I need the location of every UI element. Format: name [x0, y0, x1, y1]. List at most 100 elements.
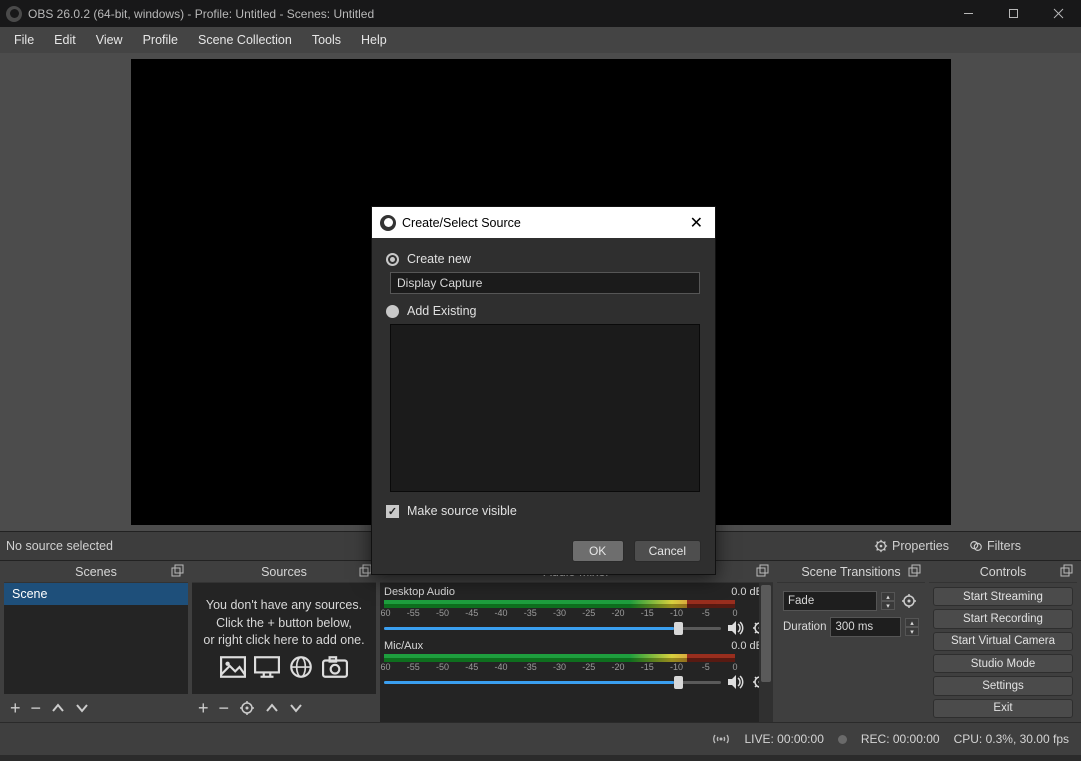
remove-source-button[interactable]: − [219, 699, 230, 717]
speaker-icon[interactable] [727, 674, 745, 690]
exit-button[interactable]: Exit [933, 699, 1073, 718]
transitions-header: Scene Transitions [777, 561, 925, 583]
minimize-button[interactable] [946, 0, 991, 27]
meter-ticks: -60-55-50-45-40-35-30-25-20-15-10-50 [384, 663, 735, 673]
mixer-body: Desktop Audio0.0 dB -60-55-50-45-40-35-3… [380, 583, 773, 722]
sources-body[interactable]: You don't have any sources. Click the + … [192, 583, 376, 694]
duration-spin[interactable]: ▴▾ [905, 618, 919, 636]
remove-scene-button[interactable]: − [31, 699, 42, 717]
mixer-scrollbar[interactable] [759, 583, 773, 722]
scenes-tools: + − [4, 694, 188, 722]
rec-status: REC: 00:00:00 [861, 732, 940, 746]
add-existing-label: Add Existing [407, 304, 476, 318]
make-visible-checkbox[interactable]: ✓ Make source visible [386, 504, 701, 518]
scenes-panel: Scenes Scene + − [4, 561, 188, 722]
filters-button[interactable]: Filters [963, 536, 1027, 556]
sources-empty-line3: or right click here to add one. [202, 632, 366, 650]
cpu-status: CPU: 0.3%, 30.00 fps [954, 732, 1069, 746]
sources-title: Sources [261, 565, 307, 579]
sources-header: Sources [192, 561, 376, 583]
scene-up-button[interactable] [51, 702, 65, 714]
audio-channel: Desktop Audio0.0 dB -60-55-50-45-40-35-3… [384, 585, 773, 637]
properties-button[interactable]: Properties [868, 536, 955, 556]
create-source-dialog: Create/Select Source ✕ Create new Displa… [371, 206, 716, 575]
maximize-button[interactable] [991, 0, 1036, 27]
audio-meter [384, 654, 735, 662]
create-new-label: Create new [407, 252, 471, 266]
controls-panel: Controls Start Streaming Start Recording S… [929, 561, 1077, 722]
volume-slider[interactable] [384, 673, 769, 691]
sources-empty-icons [202, 656, 366, 678]
no-source-label: No source selected [6, 539, 113, 553]
audio-mixer-panel: Audio Mixer Desktop Audio0.0 dB -60-55-5… [380, 561, 773, 722]
sources-panel: Sources You don't have any sources. Clic… [192, 561, 376, 722]
panels-row: Scenes Scene + − Sources You don't have … [0, 561, 1081, 722]
sources-empty-line1: You don't have any sources. [202, 597, 366, 615]
add-source-button[interactable]: + [198, 699, 209, 717]
controls-header: Controls [929, 561, 1077, 583]
scenes-title: Scenes [75, 565, 117, 579]
cancel-button[interactable]: Cancel [634, 540, 701, 562]
settings-button[interactable]: Settings [933, 676, 1073, 695]
source-up-button[interactable] [265, 702, 279, 714]
popout-icon[interactable] [907, 564, 921, 578]
popout-icon[interactable] [1059, 564, 1073, 578]
volume-slider[interactable] [384, 619, 769, 637]
sources-tools: + − [192, 694, 376, 722]
display-icon [254, 656, 280, 678]
dialog-close-button[interactable]: ✕ [686, 213, 707, 233]
image-icon [220, 656, 246, 678]
menu-view[interactable]: View [86, 29, 133, 51]
duration-input[interactable]: 300 ms [830, 617, 901, 637]
start-virtual-camera-button[interactable]: Start Virtual Camera [933, 632, 1073, 651]
meter-ticks: -60-55-50-45-40-35-30-25-20-15-10-50 [384, 609, 735, 619]
scene-item[interactable]: Scene [4, 583, 188, 605]
menu-tools[interactable]: Tools [302, 29, 351, 51]
audio-channel: Mic/Aux0.0 dB -60-55-50-45-40-35-30-25-2… [384, 639, 773, 691]
popout-icon[interactable] [358, 564, 372, 578]
popout-icon[interactable] [755, 564, 769, 578]
signal-icon [712, 732, 730, 746]
make-visible-label: Make source visible [407, 504, 517, 518]
add-existing-radio[interactable]: Add Existing [386, 304, 701, 318]
globe-icon [288, 656, 314, 678]
studio-mode-button[interactable]: Studio Mode [933, 654, 1073, 673]
transition-select[interactable]: Fade [783, 591, 877, 611]
live-status: LIVE: 00:00:00 [744, 732, 823, 746]
start-streaming-button[interactable]: Start Streaming [933, 587, 1073, 606]
sources-empty-line2: Click the + button below, [202, 615, 366, 633]
create-new-radio[interactable]: Create new [386, 252, 701, 266]
rec-dot-icon [838, 735, 847, 744]
source-name-input[interactable]: Display Capture [390, 272, 700, 294]
ok-button[interactable]: OK [572, 540, 624, 562]
titlebar: OBS 26.0.2 (64-bit, windows) - Profile: … [0, 0, 1081, 27]
menu-profile[interactable]: Profile [133, 29, 188, 51]
menu-edit[interactable]: Edit [44, 29, 86, 51]
channel-name: Mic/Aux [384, 640, 423, 652]
transitions-title: Scene Transitions [801, 565, 900, 579]
controls-title: Controls [980, 565, 1027, 579]
source-properties-button[interactable] [239, 700, 255, 716]
popout-icon[interactable] [170, 564, 184, 578]
menu-scene-collection[interactable]: Scene Collection [188, 29, 302, 51]
camera-icon [322, 656, 348, 678]
menu-file[interactable]: File [4, 29, 44, 51]
speaker-icon[interactable] [727, 620, 745, 636]
close-button[interactable] [1036, 0, 1081, 27]
start-recording-button[interactable]: Start Recording [933, 609, 1073, 628]
scene-down-button[interactable] [75, 702, 89, 714]
menu-help[interactable]: Help [351, 29, 397, 51]
transition-spin[interactable]: ▴▾ [881, 592, 895, 610]
source-down-button[interactable] [289, 702, 303, 714]
status-bar: LIVE: 00:00:00 REC: 00:00:00 CPU: 0.3%, … [0, 722, 1081, 755]
obs-logo-icon [6, 6, 22, 22]
transition-settings-button[interactable] [899, 591, 919, 611]
audio-meter [384, 600, 735, 608]
duration-label: Duration [783, 621, 826, 633]
scene-transitions-panel: Scene Transitions Fade ▴▾ Duration 300 m… [777, 561, 925, 722]
dialog-titlebar: Create/Select Source ✕ [372, 207, 715, 238]
channel-name: Desktop Audio [384, 586, 455, 598]
existing-sources-list[interactable] [390, 324, 700, 492]
dialog-title: Create/Select Source [402, 216, 521, 230]
add-scene-button[interactable]: + [10, 699, 21, 717]
